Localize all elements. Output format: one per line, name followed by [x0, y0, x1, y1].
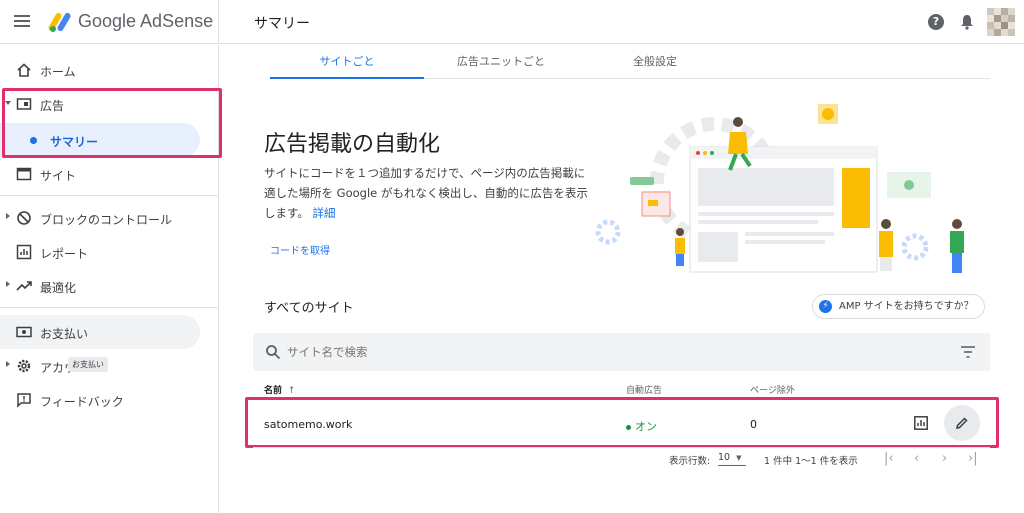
lightning-bolt-icon: ⚡: [819, 300, 832, 313]
gear-icon: [17, 359, 31, 373]
sidebar-item-home[interactable]: ホーム: [0, 53, 218, 87]
prev-page-icon[interactable]: ‹: [914, 451, 919, 466]
home-icon: [17, 63, 31, 77]
sort-arrow-up-icon[interactable]: ↑: [288, 386, 296, 396]
all-sites-title: すべてのサイト: [264, 301, 354, 316]
sidebar-item-label: お支払い: [40, 327, 89, 341]
page-title: サマリー: [254, 16, 310, 32]
expand-caret-icon[interactable]: [6, 281, 10, 287]
last-page-icon[interactable]: ›|: [968, 451, 978, 466]
rows-per-page-value: 10: [718, 452, 731, 463]
annotation-highlight-ads: [2, 88, 222, 158]
details-link[interactable]: 詳細: [313, 206, 336, 220]
site-search-bar: [253, 333, 990, 371]
sites-icon: [16, 167, 32, 181]
column-header-auto-ads: 自動広告: [626, 386, 663, 396]
avatar[interactable]: [987, 8, 1015, 36]
top-app-bar: Google AdSense サマリー ?: [0, 0, 1024, 44]
sidebar-item-label: フィードバック: [40, 395, 124, 409]
search-icon: [266, 345, 281, 360]
amp-button-label: AMP サイトをお持ちですか？: [839, 301, 974, 312]
filter-icon[interactable]: [961, 346, 975, 358]
sidebar: ホーム 広告 サマリー サイト ブロックのコントロール レポート 最適化 お支払…: [0, 45, 222, 513]
block-icon: [17, 211, 31, 225]
column-header-page-exclusions: ページ除外: [750, 386, 795, 396]
auto-ads-illustration: [595, 104, 964, 273]
sidebar-item-label: レポート: [40, 247, 89, 261]
header-divider: [218, 0, 219, 44]
notification-bell-icon[interactable]: [960, 14, 974, 30]
tab-by-site[interactable]: サイトごと: [270, 45, 424, 79]
site-search-input[interactable]: [287, 342, 887, 362]
column-header-name[interactable]: 名前 ↑: [264, 383, 295, 396]
sidebar-item-optimization[interactable]: 最適化: [0, 269, 218, 303]
hero-description: サイトにコードを１つ追加するだけで、ページ内の広告掲載に適した場所を Googl…: [264, 163, 594, 223]
trending-up-icon: [16, 281, 32, 291]
pagination-range: 1 件中 1〜1 件を表示: [764, 456, 858, 467]
first-page-icon[interactable]: |‹: [884, 451, 894, 466]
annotation-highlight-site-row: [245, 397, 999, 448]
payments-icon: [16, 326, 32, 338]
expand-caret-icon[interactable]: [6, 361, 10, 367]
table-divider: [253, 447, 990, 448]
sidebar-item-reports[interactable]: レポート: [0, 235, 218, 269]
adsense-logo-icon: [48, 12, 71, 32]
sidebar-item-label: ホーム: [40, 65, 76, 79]
sidebar-item-account[interactable]: アカウ: [0, 349, 218, 383]
tooltip: お支払い: [68, 357, 108, 372]
sidebar-item-label: サイト: [40, 169, 77, 183]
tab-general-settings[interactable]: 全般設定: [578, 45, 732, 79]
rows-per-page-select[interactable]: 10 ▼: [718, 452, 746, 466]
expand-caret-icon[interactable]: [6, 213, 10, 219]
dropdown-arrow-icon: ▼: [736, 454, 742, 462]
tab-by-ad-unit[interactable]: 広告ユニットごと: [424, 45, 578, 79]
hero-title: 広告掲載の自動化: [264, 132, 441, 157]
sidebar-item-label: 最適化: [40, 281, 77, 295]
brand-name: Google AdSense: [78, 11, 214, 31]
help-icon[interactable]: ?: [928, 14, 944, 30]
report-icon: [16, 244, 32, 260]
feedback-icon: [17, 393, 31, 408]
sidebar-item-sites[interactable]: サイト: [0, 157, 218, 191]
sidebar-divider: [0, 195, 218, 196]
sidebar-item-block-controls[interactable]: ブロックのコントロール: [0, 201, 218, 235]
rows-per-page-label: 表示行数:: [669, 456, 711, 467]
sidebar-item-feedback[interactable]: フィードバック: [0, 383, 218, 417]
amp-sites-button[interactable]: ⚡ AMP サイトをお持ちですか？: [812, 294, 985, 319]
menu-icon[interactable]: [14, 12, 34, 32]
sidebar-divider: [0, 307, 218, 308]
get-code-button[interactable]: コードを取得: [270, 242, 330, 257]
column-header-name-label: 名前: [264, 386, 283, 396]
sidebar-item-payments[interactable]: お支払い: [0, 315, 218, 349]
sidebar-item-label: ブロックのコントロール: [40, 213, 173, 227]
next-page-icon[interactable]: ›: [942, 451, 947, 466]
tab-bar: サイトごと 広告ユニットごと 全般設定: [270, 45, 990, 79]
